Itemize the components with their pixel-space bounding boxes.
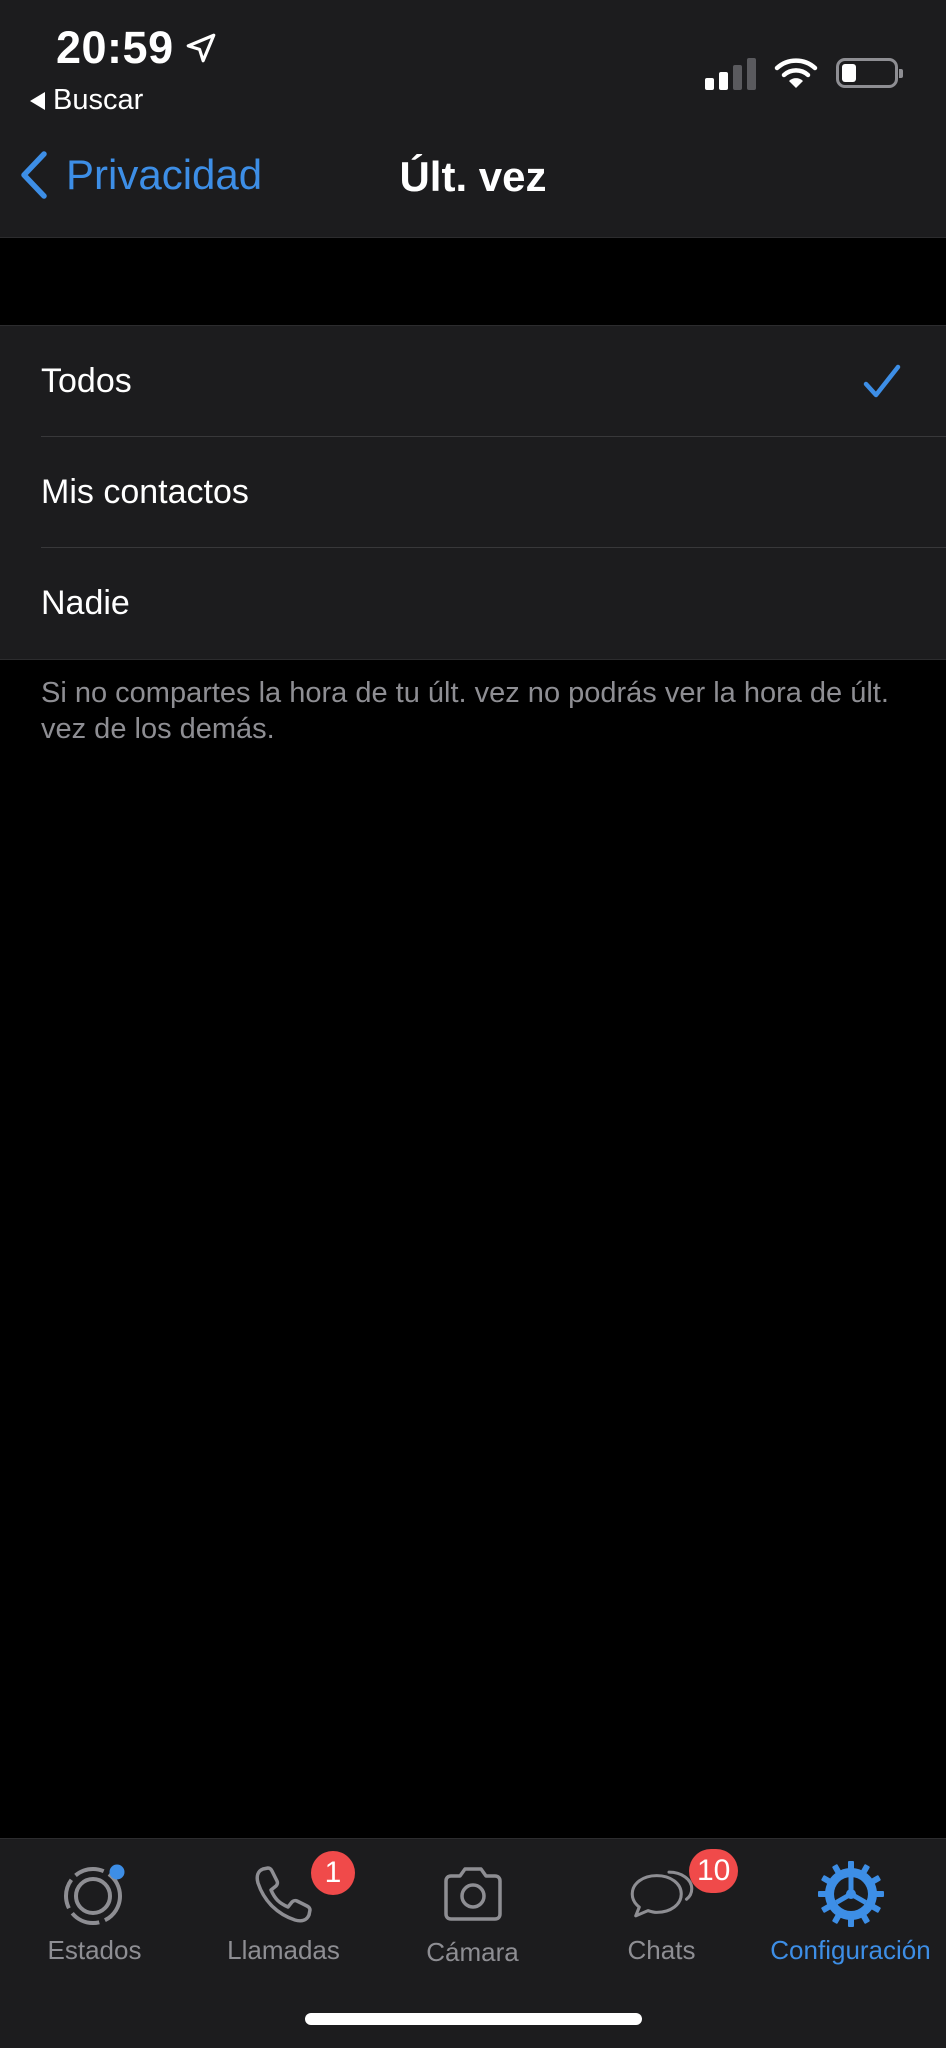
- back-to-app-link[interactable]: Buscar: [30, 84, 143, 117]
- option-label: Mis contactos: [41, 473, 249, 511]
- chats-badge: 10: [689, 1849, 739, 1893]
- phone-icon: [254, 1866, 312, 1923]
- option-label: Nadie: [41, 584, 130, 622]
- footnote-text: Si no compartes la hora de tu últ. vez n…: [41, 677, 889, 745]
- chat-bubbles-icon: [630, 1870, 693, 1918]
- status-indicators: [705, 56, 903, 90]
- tab-chats[interactable]: 10 Chats: [567, 1839, 756, 1989]
- camera-icon: [443, 1867, 502, 1921]
- gear-icon: [817, 1861, 884, 1927]
- battery-icon: [836, 58, 903, 88]
- checkmark-icon: [863, 364, 901, 398]
- tab-configuracion[interactable]: Configuración: [756, 1839, 945, 1989]
- option-todos[interactable]: Todos: [0, 326, 946, 437]
- tab-label: Llamadas: [227, 1935, 340, 1965]
- back-to-app-label: Buscar: [53, 84, 144, 116]
- cellular-signal-icon: [705, 56, 756, 90]
- tab-estados[interactable]: Estados: [0, 1839, 189, 1989]
- back-triangle-icon: [30, 91, 45, 110]
- tab-label: Estados: [47, 1935, 142, 1965]
- screen: 20:59 Buscar Privacidad Últ. vez Todos M…: [0, 0, 946, 2048]
- wifi-icon: [774, 58, 818, 88]
- page-title: Últ. vez: [399, 153, 547, 200]
- home-indicator[interactable]: [305, 2013, 642, 2025]
- tab-label: Chats: [627, 1935, 696, 1965]
- tab-label: Configuración: [770, 1935, 931, 1965]
- tab-llamadas[interactable]: 1 Llamadas: [189, 1839, 378, 1989]
- tab-label: Cámara: [426, 1937, 519, 1967]
- tab-camara[interactable]: Cámara: [378, 1839, 567, 1989]
- visibility-options-list: Todos Mis contactos Nadie: [0, 325, 946, 660]
- location-arrow-icon: [186, 33, 215, 63]
- top-bar: 20:59 Buscar Privacidad Últ. vez: [0, 0, 946, 238]
- option-label: Todos: [41, 362, 132, 400]
- option-nadie[interactable]: Nadie: [0, 548, 946, 659]
- option-mis-contactos[interactable]: Mis contactos: [0, 437, 946, 548]
- status-time: 20:59: [56, 22, 218, 74]
- calls-badge: 1: [311, 1851, 355, 1895]
- status-time-text: 20:59: [56, 22, 174, 73]
- status-icon: [63, 1864, 124, 1925]
